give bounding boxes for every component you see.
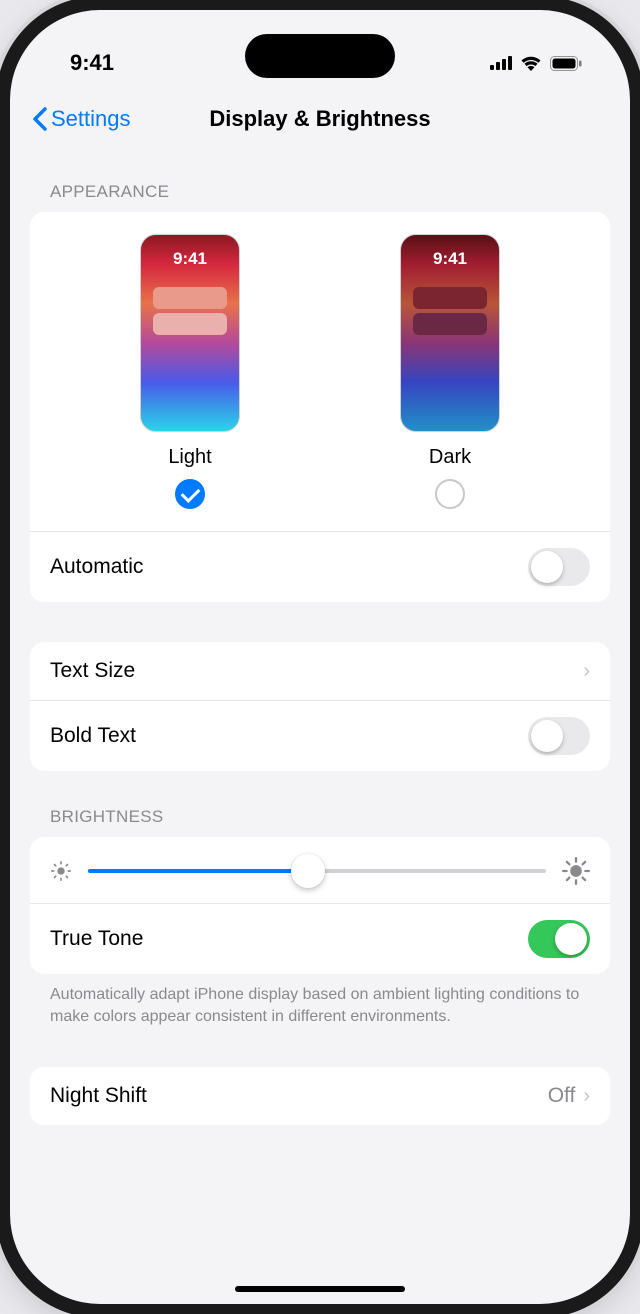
text-size-row[interactable]: Text Size ›: [30, 642, 610, 700]
device-frame: 9:41 Settings Display & Brightness Appea…: [10, 10, 630, 1304]
light-radio[interactable]: [175, 479, 205, 509]
chevron-right-icon: ›: [583, 660, 590, 683]
night-shift-value: Off: [548, 1084, 576, 1108]
status-icons: [490, 55, 582, 71]
brightness-card: True Tone: [30, 837, 610, 974]
automatic-row[interactable]: Automatic: [30, 531, 610, 602]
cellular-icon: [490, 56, 512, 70]
preview-time: 9:41: [401, 249, 499, 269]
appearance-header: Appearance: [30, 146, 610, 212]
preview-widget: [153, 313, 227, 335]
dark-preview: 9:41: [400, 234, 500, 432]
true-tone-label: True Tone: [50, 927, 143, 951]
home-indicator[interactable]: [235, 1286, 405, 1292]
chevron-right-icon: ›: [583, 1085, 590, 1108]
brightness-slider-row: [30, 837, 610, 903]
battery-icon: [550, 56, 582, 71]
bold-text-row[interactable]: Bold Text: [30, 700, 610, 771]
back-button[interactable]: Settings: [32, 106, 131, 132]
nav-bar: Settings Display & Brightness: [10, 88, 630, 146]
automatic-toggle[interactable]: [528, 548, 590, 586]
back-label: Settings: [51, 106, 131, 132]
slider-fill: [88, 869, 308, 873]
preview-widget: [413, 287, 487, 309]
light-label: Light: [168, 446, 211, 469]
theme-option-light[interactable]: 9:41 Light: [140, 234, 240, 509]
text-card: Text Size › Bold Text: [30, 642, 610, 771]
theme-option-dark[interactable]: 9:41 Dark: [400, 234, 500, 509]
wifi-icon: [520, 55, 542, 71]
slider-thumb[interactable]: [291, 854, 325, 888]
preview-widget: [413, 313, 487, 335]
true-tone-description: Automatically adapt iPhone display based…: [30, 974, 610, 1027]
bold-text-toggle[interactable]: [528, 717, 590, 755]
brightness-slider[interactable]: [88, 869, 546, 873]
appearance-card: 9:41 Light 9:41 Dark: [30, 212, 610, 602]
light-preview: 9:41: [140, 234, 240, 432]
content[interactable]: Appearance 9:41 Light 9:41: [10, 146, 630, 1125]
appearance-grid: 9:41 Light 9:41 Dark: [30, 212, 610, 531]
bold-text-label: Bold Text: [50, 724, 136, 748]
page-title: Display & Brightness: [209, 106, 430, 132]
chevron-left-icon: [32, 107, 47, 131]
brightness-header: Brightness: [30, 771, 610, 837]
text-size-label: Text Size: [50, 659, 135, 683]
night-shift-label: Night Shift: [50, 1084, 147, 1108]
dynamic-island: [245, 34, 395, 78]
preview-widget: [153, 287, 227, 309]
sun-min-icon: [50, 860, 72, 882]
night-shift-card: Night Shift Off ›: [30, 1067, 610, 1125]
status-time: 9:41: [70, 50, 114, 76]
preview-time: 9:41: [141, 249, 239, 269]
automatic-label: Automatic: [50, 555, 143, 579]
sun-max-icon: [562, 857, 590, 885]
dark-radio[interactable]: [435, 479, 465, 509]
true-tone-row[interactable]: True Tone: [30, 903, 610, 974]
true-tone-toggle[interactable]: [528, 920, 590, 958]
dark-label: Dark: [429, 446, 471, 469]
night-shift-row[interactable]: Night Shift Off ›: [30, 1067, 610, 1125]
